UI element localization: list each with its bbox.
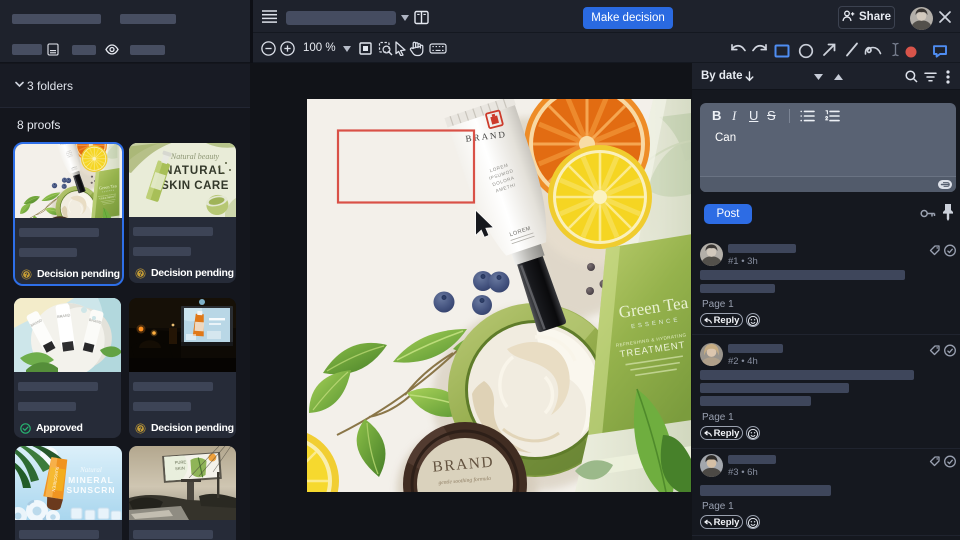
svg-text:?: ? bbox=[139, 271, 143, 278]
svg-text:MINERAL: MINERAL bbox=[68, 475, 114, 485]
svg-text:SUNSCRN: SUNSCRN bbox=[66, 485, 115, 495]
svg-text:?: ? bbox=[139, 426, 143, 433]
svg-text:SKIN: SKIN bbox=[175, 465, 185, 471]
svg-text:?: ? bbox=[25, 272, 29, 279]
svg-text:NATURAL: NATURAL bbox=[164, 165, 226, 177]
svg-text:Natural: Natural bbox=[79, 466, 102, 474]
svg-text:PURE: PURE bbox=[174, 459, 186, 465]
svg-text:Natural beauty: Natural beauty bbox=[170, 152, 220, 161]
svg-text:SKIN CARE: SKIN CARE bbox=[161, 180, 229, 192]
